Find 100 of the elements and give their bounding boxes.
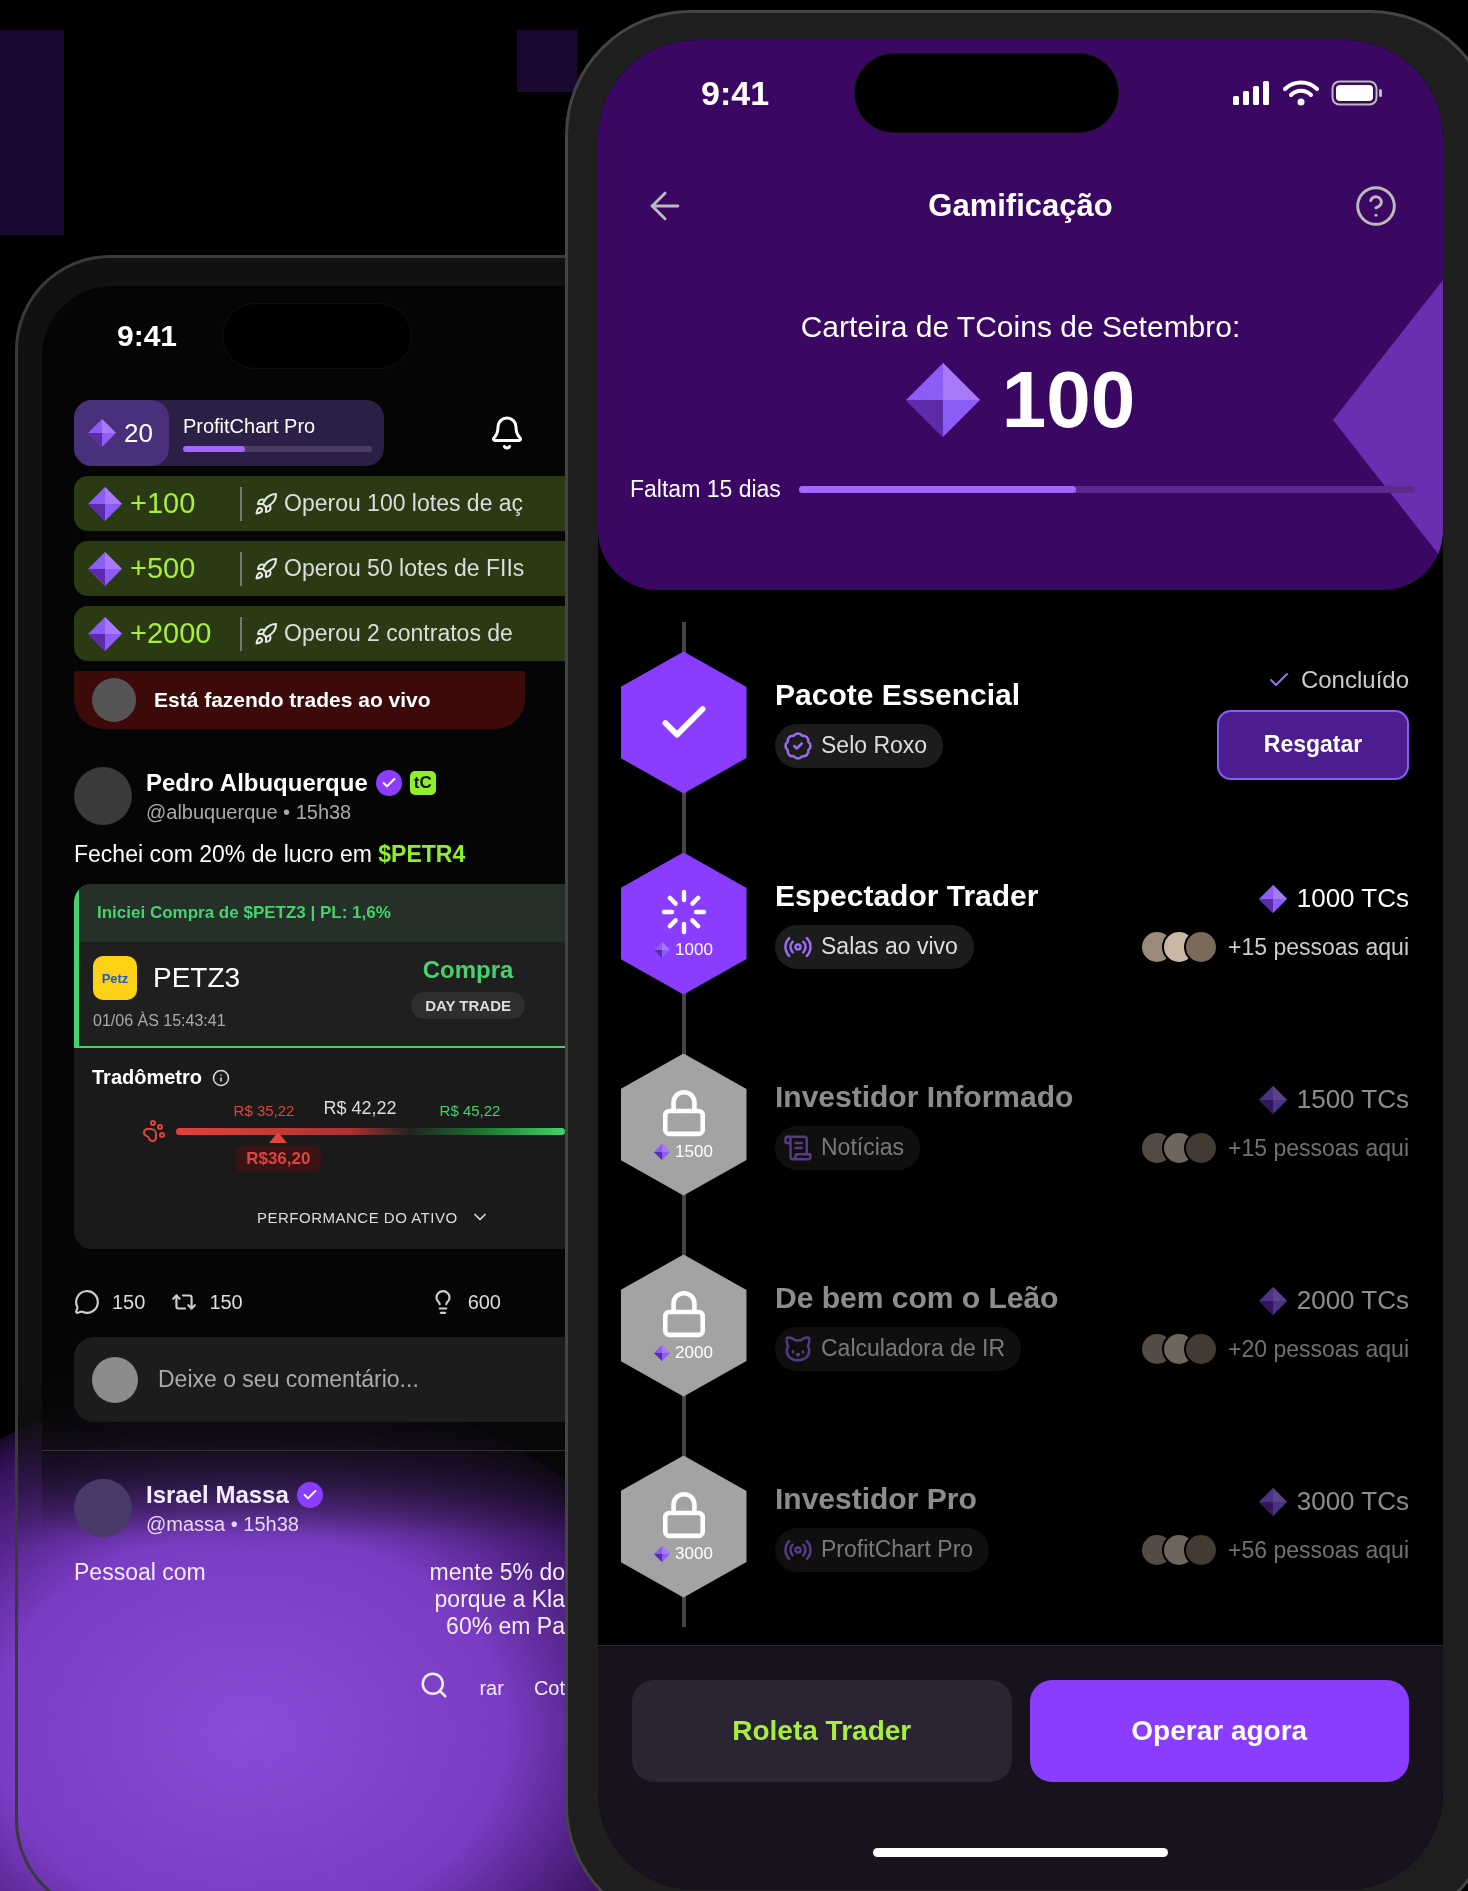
company-logo: Petz bbox=[93, 956, 137, 1000]
avatar bbox=[92, 1356, 138, 1403]
cost-label: 3000 TCs bbox=[1296, 1486, 1409, 1517]
cost-label: 2000 TCs bbox=[1296, 1285, 1409, 1316]
people-count: +15 pessoas aqui bbox=[1228, 933, 1409, 961]
post-text: mente 5% do bbox=[429, 1559, 565, 1586]
people-count: +15 pessoas aqui bbox=[1228, 1134, 1409, 1162]
cat-icon bbox=[783, 1333, 813, 1364]
coin-balance: 100 bbox=[1001, 354, 1136, 446]
meter-current: R$36,20 bbox=[236, 1145, 321, 1172]
author-name: Israel Massa bbox=[146, 1480, 289, 1509]
post-text: 60% em Pa bbox=[446, 1613, 565, 1640]
perk-label: ProfitChart Pro bbox=[821, 1536, 974, 1563]
avatar bbox=[92, 678, 136, 722]
rocket-icon bbox=[254, 556, 278, 581]
cost-label: 1500 TCs bbox=[1296, 1084, 1409, 1115]
gem-icon bbox=[1258, 1085, 1287, 1114]
gem-icon bbox=[905, 363, 980, 437]
gem-icon bbox=[654, 941, 671, 958]
avatar bbox=[74, 1479, 132, 1537]
wallet-pill[interactable]: 20 ProfitChart Pro bbox=[74, 400, 384, 466]
reward-amount: +100 bbox=[130, 487, 197, 520]
comment-count: 150 bbox=[112, 1290, 146, 1314]
trade-type-tag: DAY TRADE bbox=[411, 992, 525, 1019]
trade-now-button[interactable]: Operar agora bbox=[1029, 1680, 1409, 1782]
info-icon[interactable] bbox=[212, 1068, 231, 1087]
tab-label[interactable]: rar bbox=[479, 1677, 504, 1700]
gem-icon bbox=[88, 551, 122, 586]
reward-text: Operou 100 lotes de aç bbox=[284, 490, 524, 517]
post-text: porque a Kla bbox=[434, 1586, 565, 1613]
days-left-label: Faltam 15 dias bbox=[630, 476, 781, 503]
meter-footer[interactable]: PERFORMANCE DO ATIVO bbox=[257, 1208, 458, 1226]
wifi-icon bbox=[1283, 80, 1319, 106]
perk-label: Salas ao vivo bbox=[821, 933, 958, 960]
comment-icon[interactable] bbox=[74, 1289, 100, 1315]
perk-label: Calculadora de IR bbox=[821, 1335, 1006, 1362]
roulette-button[interactable]: Roleta Trader bbox=[632, 1680, 1012, 1782]
screen-title: Gamificação bbox=[928, 188, 1113, 224]
decor-square bbox=[517, 30, 577, 92]
gem-icon bbox=[88, 486, 122, 521]
meter-low: R$ 35,22 bbox=[233, 1101, 295, 1119]
battery-icon bbox=[1331, 80, 1383, 106]
rocket-icon bbox=[254, 491, 278, 516]
node-cost: 1500 bbox=[654, 1141, 713, 1162]
post-text: Pessoal com bbox=[74, 1559, 206, 1586]
cost-label: 1000 TCs bbox=[1296, 883, 1409, 914]
meter-high: R$ 45,22 bbox=[439, 1101, 501, 1119]
help-icon[interactable] bbox=[1354, 184, 1398, 228]
gem-icon bbox=[88, 616, 122, 651]
bell-icon[interactable] bbox=[489, 415, 525, 451]
idea-count: 600 bbox=[467, 1290, 501, 1314]
redeem-button[interactable]: Resgatar bbox=[1217, 709, 1409, 780]
reward-text: Operou 2 contratos de bbox=[284, 620, 513, 647]
author-handle: @massa • 15h38 bbox=[146, 1512, 300, 1536]
milestone-title: Pacote Essencial bbox=[775, 677, 1022, 712]
status-label: Concluído bbox=[1300, 665, 1409, 694]
perk-label: Selo Roxo bbox=[821, 732, 928, 759]
people-count: +20 pessoas aqui bbox=[1228, 1335, 1409, 1363]
gem-icon bbox=[654, 1344, 671, 1361]
node-cost: 2000 bbox=[654, 1342, 713, 1363]
comment-placeholder: Deixe o seu comentário... bbox=[158, 1366, 419, 1393]
gem-icon bbox=[88, 419, 116, 447]
live-banner-text: Está fazendo trades ao vivo bbox=[154, 688, 431, 712]
author-handle: @albuquerque • 15h38 bbox=[146, 800, 353, 824]
paw-icon bbox=[142, 1119, 166, 1143]
status-time: 9:41 bbox=[701, 73, 770, 113]
gem-icon bbox=[654, 1545, 671, 1562]
milestone-title: Investidor Informado bbox=[775, 1079, 1075, 1114]
people-count: +56 pessoas aqui bbox=[1228, 1536, 1409, 1564]
author-name: Pedro Albuquerque bbox=[146, 768, 368, 797]
live-banner[interactable]: Está fazendo trades ao vivo bbox=[74, 671, 525, 729]
meter-mid: R$ 42,22 bbox=[323, 1097, 397, 1119]
comment-field[interactable]: Deixe o seu comentário... bbox=[74, 1337, 565, 1422]
coin-count: 20 bbox=[124, 417, 153, 449]
tab-label[interactable]: Cot bbox=[533, 1677, 565, 1700]
gem-icon bbox=[1258, 884, 1287, 913]
status-time: 9:41 bbox=[117, 319, 178, 353]
node-cost: 3000 bbox=[654, 1543, 713, 1564]
gem-icon bbox=[1258, 1286, 1287, 1315]
trade-side: Compra bbox=[422, 956, 514, 984]
plan-name: ProfitChart Pro bbox=[182, 414, 317, 438]
meter-title: Tradômetro bbox=[92, 1066, 203, 1089]
spinner-icon bbox=[659, 887, 708, 936]
post-text: Fechei com 20% de lucro em $PETR4 bbox=[74, 841, 467, 868]
trade-symbol: PETZ3 bbox=[153, 962, 241, 994]
repost-count: 150 bbox=[209, 1290, 243, 1314]
ticker-link[interactable]: $PETR4 bbox=[378, 841, 466, 867]
milestone-title: De bem com o Leão bbox=[775, 1280, 1060, 1315]
reward-amount: +2000 bbox=[130, 617, 213, 650]
signal-icon bbox=[1233, 81, 1271, 105]
reward-amount: +500 bbox=[130, 552, 197, 585]
reward-text: Operou 50 lotes de FIIs bbox=[284, 555, 525, 582]
perk-label: Notícias bbox=[821, 1134, 905, 1161]
gem-icon bbox=[654, 1143, 671, 1160]
trade-datetime: 01/06 ÀS 15:43:41 bbox=[93, 1012, 227, 1030]
trade-headline: Iniciei Compra de $PETZ3 | PL: 1,6% bbox=[79, 884, 565, 942]
tc-badge: tC bbox=[409, 770, 436, 795]
milestone-title: Espectador Trader bbox=[775, 878, 1040, 913]
gem-icon bbox=[1258, 1487, 1287, 1516]
rocket-icon bbox=[254, 621, 278, 646]
